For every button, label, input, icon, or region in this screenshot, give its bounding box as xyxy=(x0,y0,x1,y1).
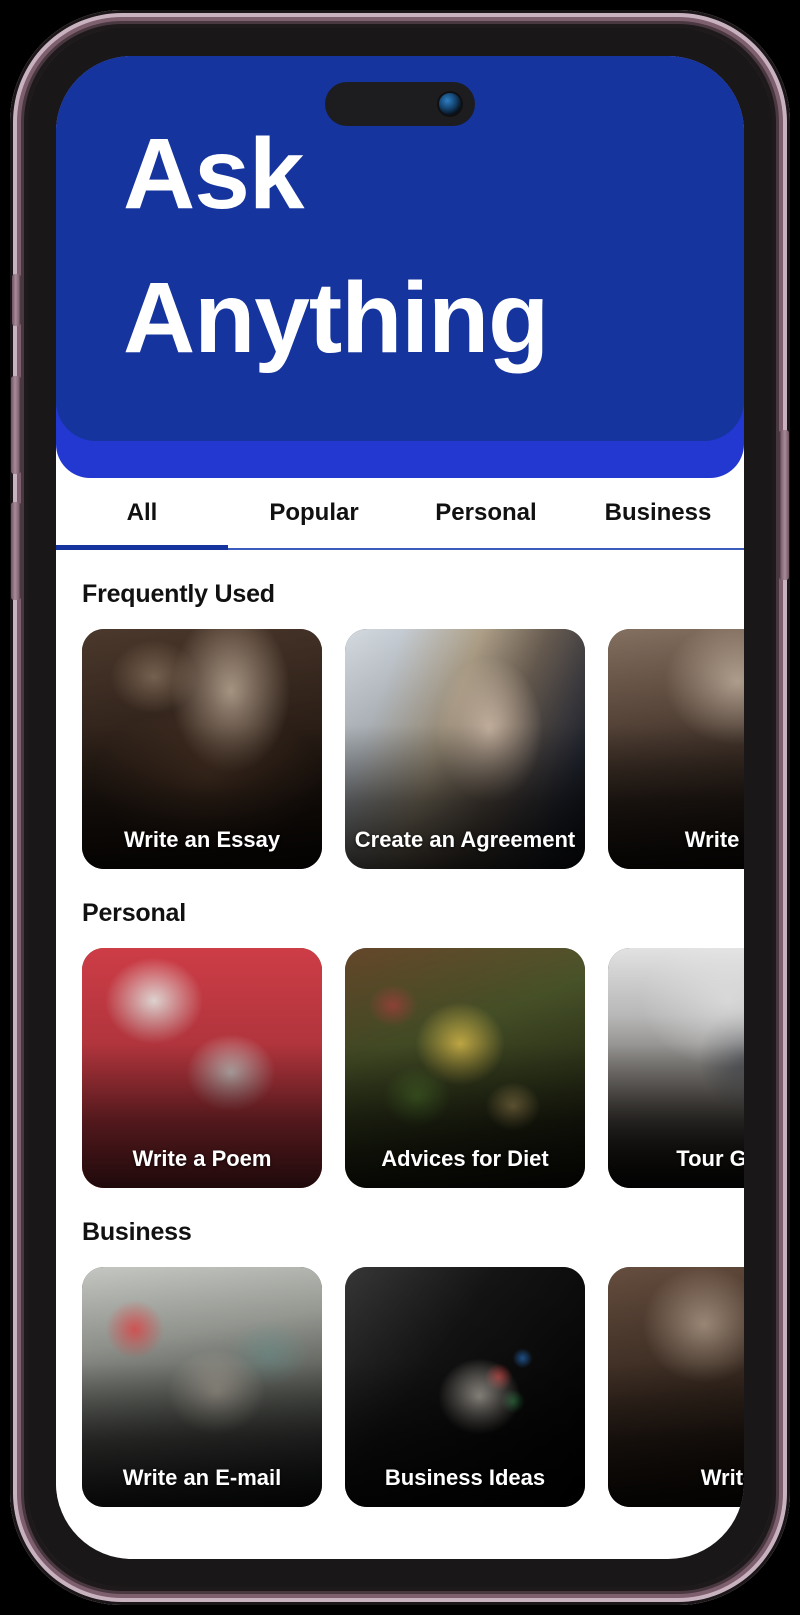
prompt-card[interactable]: Write an E-mail xyxy=(82,1267,322,1507)
dynamic-island xyxy=(325,82,475,126)
power-button[interactable] xyxy=(779,430,789,580)
phone-screen: Ask Anything All Popular Personal Business … xyxy=(56,56,744,1559)
prompt-card[interactable]: Write an Essay xyxy=(82,629,322,869)
card-carousel[interactable]: Write an E-mail Business Ideas Write xyxy=(82,1267,744,1507)
section-business: Business Write an E-mail Business Ideas Wri… xyxy=(82,1188,744,1507)
tab-business[interactable]: Business xyxy=(572,477,744,549)
card-carousel[interactable]: Write an Essay Create an Agreement Write a… xyxy=(82,629,744,869)
tab-all[interactable]: All xyxy=(56,477,228,551)
silence-switch-button[interactable] xyxy=(12,274,21,326)
card-label: Create an Agreement xyxy=(354,827,576,853)
card-label: Tour Guid xyxy=(676,1146,744,1172)
page-title: Ask Anything xyxy=(123,118,549,374)
prompt-card[interactable]: Write an xyxy=(608,629,744,869)
volume-down-button[interactable] xyxy=(11,502,21,600)
prompt-card[interactable]: Write xyxy=(608,1267,744,1507)
section-title: Business xyxy=(82,1218,192,1246)
phone-frame: Ask Anything All Popular Personal Business … xyxy=(10,10,790,1605)
tab-personal[interactable]: Personal xyxy=(400,477,572,549)
card-carousel[interactable]: Write a Poem Advices for Diet Tour Guid xyxy=(82,948,744,1188)
prompt-card[interactable]: Create an Agreement xyxy=(345,629,585,869)
prompt-card[interactable]: Write a Poem xyxy=(82,948,322,1188)
card-label: Business Ideas xyxy=(384,1465,546,1491)
section-personal: Personal Write a Poem Advices for Diet Tour… xyxy=(82,869,744,1188)
tab-popular[interactable]: Popular xyxy=(228,477,400,549)
app-header: Ask Anything xyxy=(56,56,744,478)
main-content: Frequently Used Write an Essay Create an A… xyxy=(56,550,744,1507)
section-title: Personal xyxy=(82,899,187,927)
volume-up-button[interactable] xyxy=(11,376,21,474)
card-label: Write an Essay xyxy=(123,827,281,853)
category-tabs: All Popular Personal Business xyxy=(56,477,744,551)
front-camera-icon xyxy=(439,93,461,115)
card-label: Write xyxy=(700,1465,744,1491)
prompt-card[interactable]: Advices for Diet xyxy=(345,948,585,1188)
card-label: Write a Poem xyxy=(132,1146,272,1172)
section-title: Frequently Used xyxy=(82,580,275,608)
prompt-card[interactable]: Tour Guid xyxy=(608,948,744,1188)
prompt-card[interactable]: Business Ideas xyxy=(345,1267,585,1507)
card-label: Write an xyxy=(684,827,744,853)
card-label: Advices for Diet xyxy=(381,1146,549,1172)
card-label: Write an E-mail xyxy=(122,1465,282,1491)
section-frequently-used: Frequently Used Write an Essay Create an A… xyxy=(82,550,744,869)
